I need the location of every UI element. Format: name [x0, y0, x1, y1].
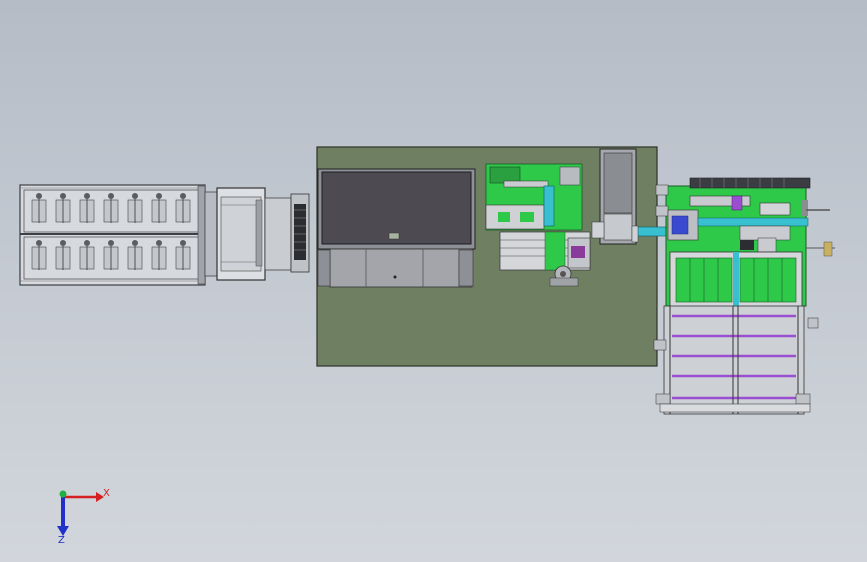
- feeder-rack[interactable]: [19, 184, 206, 286]
- orientation-triad: X Z: [57, 488, 110, 546]
- winding-station[interactable]: [485, 163, 591, 287]
- x-axis-label: X: [103, 488, 110, 499]
- z-axis-label: Z: [58, 535, 65, 546]
- control-cabinet[interactable]: [317, 168, 476, 288]
- output-conveyor[interactable]: [653, 305, 819, 415]
- tray-station[interactable]: [669, 251, 803, 309]
- cad-viewport[interactable]: X Z: [0, 0, 867, 562]
- transfer-frame[interactable]: [204, 187, 310, 281]
